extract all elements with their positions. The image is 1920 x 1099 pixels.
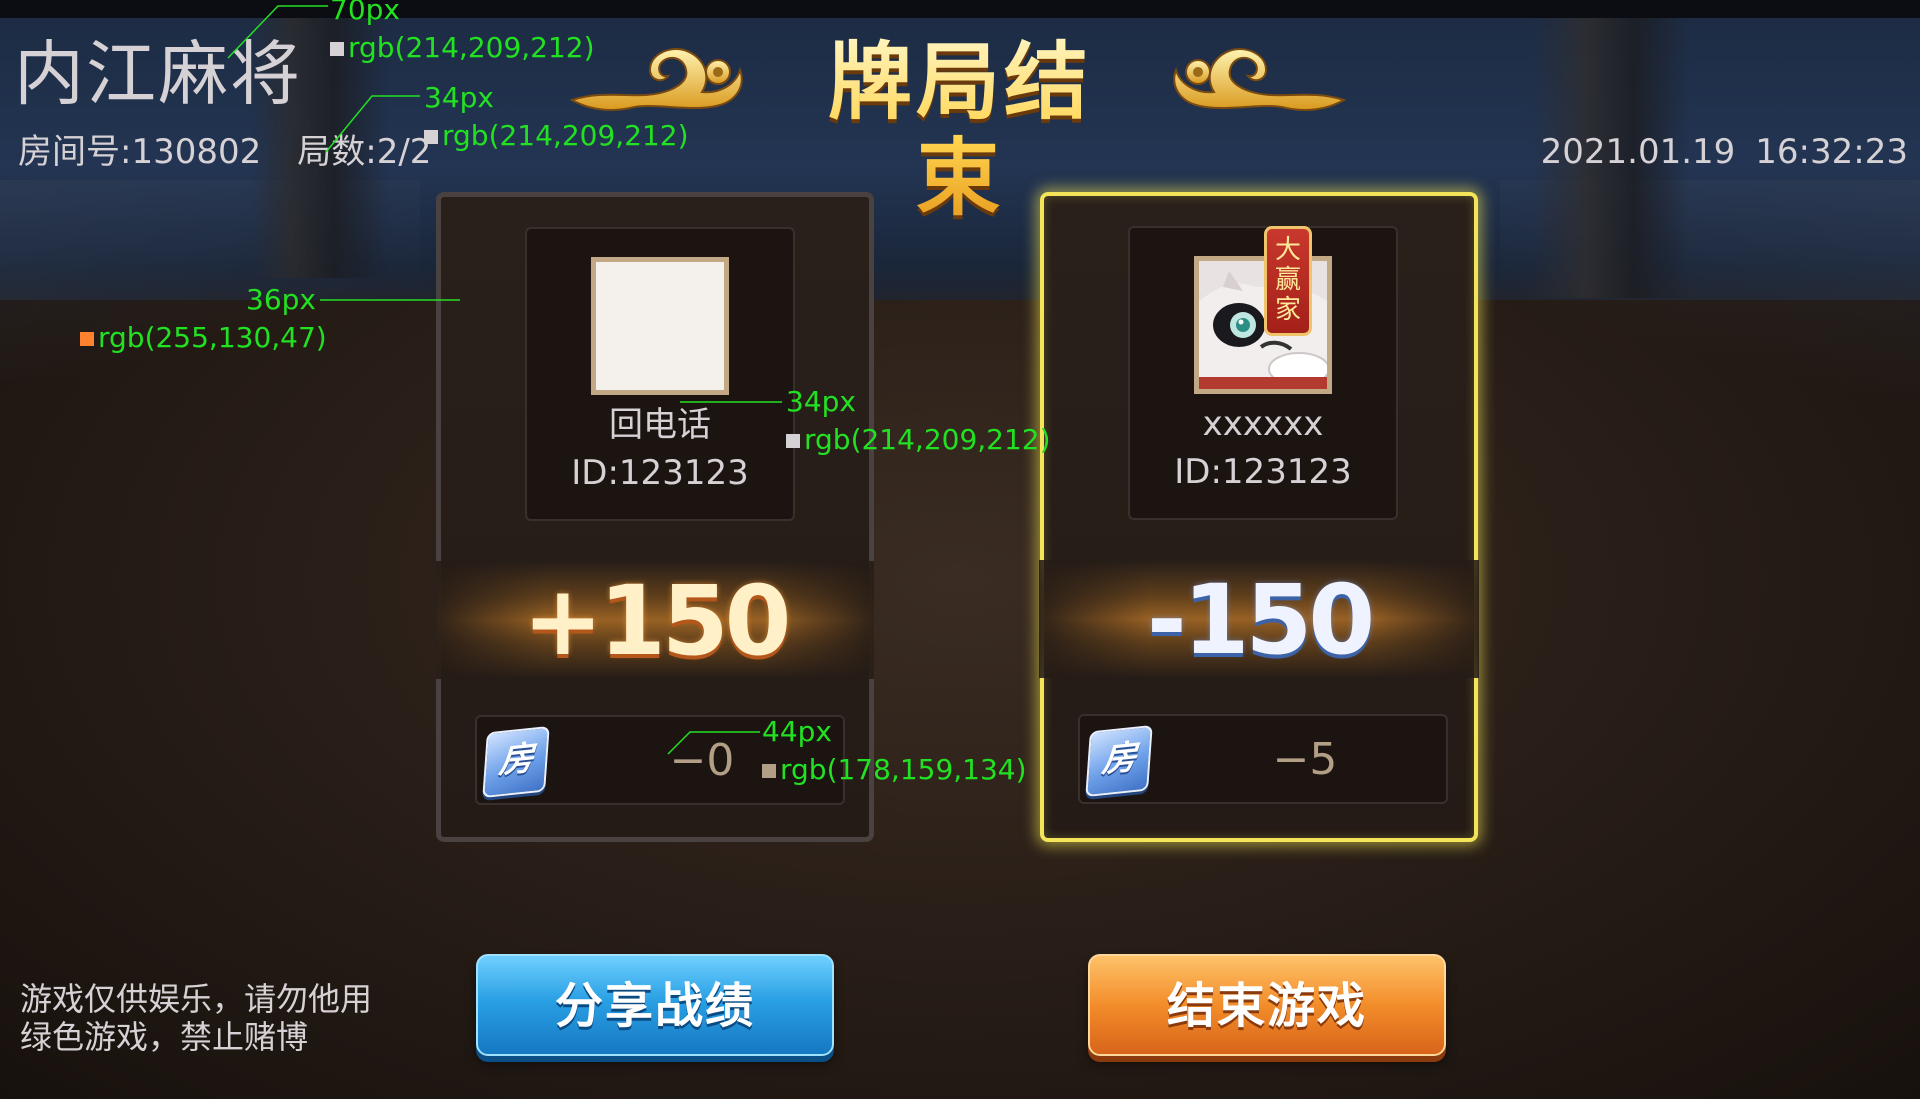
annotation-room-color: rgb(214,209,212) bbox=[424, 120, 689, 152]
date: 2021.01.19 bbox=[1540, 132, 1736, 172]
time: 16:32:23 bbox=[1755, 132, 1908, 172]
annotation-name-color: rgb(214,209,212) bbox=[786, 424, 1051, 456]
color-swatch bbox=[762, 764, 776, 778]
annotation-name-size: 34px bbox=[786, 385, 856, 418]
big-winner-badge: 大 赢 家 bbox=[1264, 226, 1312, 336]
player-id: ID:123123 bbox=[1174, 452, 1352, 492]
annotation-title-color: rgb(214,209,212) bbox=[330, 32, 595, 64]
annotation-room-size: 34px bbox=[424, 81, 494, 114]
annotation-dissolve-color: rgb(255,130,47) bbox=[80, 322, 327, 354]
player-score: -150 bbox=[1146, 564, 1375, 676]
color-swatch bbox=[80, 332, 94, 346]
player-info: xxxxxx ID:123123 bbox=[1128, 226, 1398, 520]
player-name: xxxxxx bbox=[1202, 404, 1324, 444]
annotation-title-size: 70px bbox=[330, 0, 400, 26]
player-card-2: xxxxxx ID:123123 大 赢 家 -150 房 −5 bbox=[1039, 192, 1479, 842]
cloud-scroll-right-icon bbox=[1173, 48, 1346, 111]
end-game-button[interactable]: 结束游戏 bbox=[1088, 954, 1446, 1056]
app-title: 内江麻将 bbox=[14, 33, 302, 115]
player-id: ID:123123 bbox=[571, 453, 749, 493]
score-band: -150 bbox=[1039, 560, 1479, 678]
annotation-dissolve-size: 36px bbox=[246, 283, 316, 316]
share-results-button[interactable]: 分享战绩 bbox=[476, 954, 834, 1056]
room-card-icon: 房 bbox=[1085, 724, 1153, 798]
score-band: +150 bbox=[436, 561, 874, 679]
player-name: 回电话 bbox=[609, 405, 711, 445]
annotation-fee-color: rgb(178,159,134) bbox=[762, 754, 1027, 786]
top-strip bbox=[0, 0, 1920, 18]
disclaimer: 游戏仅供娱乐，请勿他用 绿色游戏，禁止赌博 bbox=[20, 980, 373, 1056]
room-fee-row: 房 −5 bbox=[1078, 714, 1448, 804]
color-swatch bbox=[330, 42, 344, 56]
color-swatch bbox=[786, 434, 800, 448]
room-card-icon: 房 bbox=[482, 725, 550, 799]
annotation-fee-size: 44px bbox=[762, 715, 832, 748]
room-number: 房间号:130802 bbox=[18, 132, 262, 172]
avatar-blank bbox=[591, 257, 729, 395]
player-score: +150 bbox=[522, 565, 792, 677]
game-over-banner: 牌局结束 bbox=[570, 30, 1350, 226]
datetime: 2021.01.19 16:32:23 bbox=[1541, 132, 1908, 172]
cloud-scroll-left-icon bbox=[570, 48, 743, 111]
room-info: 房间号:130802 局数:2/2 bbox=[18, 132, 431, 172]
room-fee-value: −5 bbox=[1272, 734, 1338, 785]
color-swatch bbox=[424, 130, 438, 144]
player-info: 回电话 ID:123123 bbox=[525, 227, 795, 521]
round-count: 局数:2/2 bbox=[297, 132, 432, 172]
